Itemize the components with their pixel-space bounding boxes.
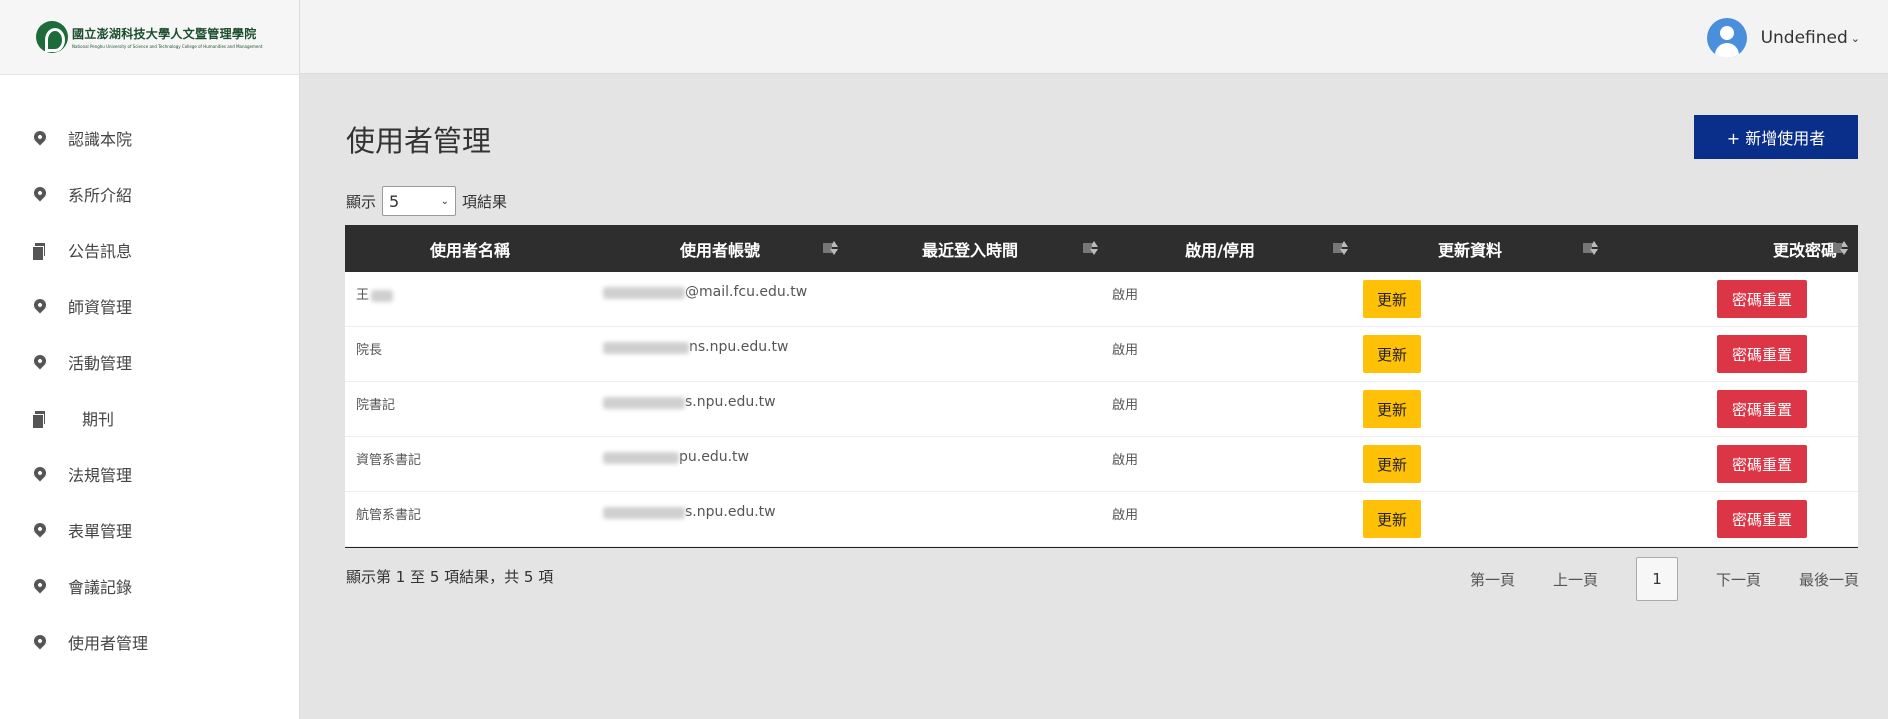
sidebar-item-announcements[interactable]: 公告訊息 — [32, 235, 132, 265]
first-page-link[interactable]: 第一頁 — [1470, 569, 1515, 590]
brand-text: 國立澎湖科技大學人文暨管理學院 National Penghu Universi… — [72, 25, 262, 49]
previous-page-link[interactable]: 上一頁 — [1553, 569, 1598, 590]
sidebar-item-label: 活動管理 — [68, 354, 133, 373]
map-pin-icon — [31, 464, 49, 483]
password-reset-button[interactable]: 密碼重置 — [1717, 390, 1807, 428]
user-name-cell: 王 — [356, 272, 394, 327]
user-account-cell: s.npu.edu.tw — [603, 492, 776, 547]
top-bar: 國立澎湖科技大學人文暨管理學院 National Penghu Universi… — [0, 0, 1888, 74]
sidebar-item-activities[interactable]: 活動管理 — [31, 347, 133, 377]
length-suffix: 項結果 — [462, 192, 508, 211]
map-pin-icon — [31, 184, 49, 203]
status-cell: 啟用 — [1112, 343, 1139, 358]
copy-icon — [32, 409, 48, 429]
password-reset-button[interactable]: 密碼重置 — [1717, 280, 1807, 318]
password-reset-button[interactable]: 密碼重置 — [1717, 445, 1807, 483]
user-name[interactable]: Undefined — [1761, 28, 1848, 48]
table-row: 院書記 s.npu.edu.tw 啟用 更新 密碼重置 — [345, 382, 1858, 437]
school-logo-icon — [36, 21, 68, 53]
sidebar-item-label: 師資管理 — [68, 298, 133, 317]
status-cell: 啟用 — [1112, 398, 1139, 413]
page-length-control: 顯示 5 ⌄ 項結果 — [346, 186, 507, 216]
map-pin-icon — [31, 576, 49, 595]
table-header: 使用者名稱 使用者帳號 最近登入時間 啟用/停用 更新資料 更改密碼 — [345, 225, 1858, 272]
sidebar-item-users[interactable]: 使用者管理 — [31, 627, 149, 657]
update-button[interactable]: 更新 — [1363, 280, 1421, 318]
sidebar-item-faculty[interactable]: 師資管理 — [31, 291, 133, 321]
next-page-link[interactable]: 下一頁 — [1716, 569, 1761, 590]
table-body: 王 @mail.fcu.edu.tw 啟用 更新 密碼重置 院長 ns.npu.… — [345, 272, 1858, 547]
sidebar-item-label: 表單管理 — [68, 522, 133, 541]
sidebar-item-label: 法規管理 — [68, 466, 133, 485]
user-account-cell: pu.edu.tw — [603, 437, 749, 492]
table-row: 院長 ns.npu.edu.tw 啟用 更新 密碼重置 — [345, 327, 1858, 382]
sidebar-item-regulations[interactable]: 法規管理 — [31, 459, 133, 489]
pagination: 第一頁 上一頁 1 下一頁 最後一頁 — [1470, 557, 1859, 601]
chevron-down-icon: ⌄ — [440, 195, 450, 207]
sidebar-item-label: 使用者管理 — [68, 634, 149, 653]
brand-subtitle: National Penghu University of Science an… — [72, 44, 263, 49]
password-reset-button[interactable]: 密碼重置 — [1717, 500, 1807, 538]
last-page-link[interactable]: 最後一頁 — [1799, 569, 1859, 590]
map-pin-icon — [31, 352, 49, 371]
sidebar-item-label: 公告訊息 — [68, 242, 133, 261]
column-header-password[interactable]: 更改密碼 — [1595, 225, 1845, 272]
map-pin-icon — [31, 296, 49, 315]
page-title: 使用者管理 — [346, 124, 492, 158]
current-page-button[interactable]: 1 — [1636, 557, 1679, 601]
table-info: 顯示第 1 至 5 項結果，共 5 項 — [346, 568, 554, 586]
chevron-down-icon[interactable]: ⌄ — [1851, 32, 1860, 45]
page-length-value: 5 — [389, 191, 400, 211]
add-user-button[interactable]: + 新增使用者 — [1694, 115, 1858, 159]
copy-icon — [32, 241, 48, 261]
brand-title: 國立澎湖科技大學人文暨管理學院 — [72, 27, 257, 41]
sidebar-item-label: 期刊 — [82, 410, 115, 429]
map-pin-icon — [31, 128, 49, 147]
map-pin-icon — [31, 632, 49, 651]
status-cell: 啟用 — [1112, 288, 1139, 303]
sidebar-item-journals[interactable]: 期刊 — [32, 403, 114, 433]
sidebar-item-forms[interactable]: 表單管理 — [31, 515, 133, 545]
avatar-icon[interactable] — [1706, 18, 1747, 58]
user-account-cell: s.npu.edu.tw — [603, 382, 776, 437]
page-length-select[interactable]: 5 ⌄ — [382, 186, 457, 216]
column-header-last-login[interactable]: 最近登入時間 — [845, 225, 1095, 272]
sidebar-item-about[interactable]: 認識本院 — [31, 123, 133, 153]
length-prefix: 顯示 — [346, 192, 377, 211]
table-row: 資管系書記 pu.edu.tw 啟用 更新 密碼重置 — [345, 437, 1858, 492]
users-table: 使用者名稱 使用者帳號 最近登入時間 啟用/停用 更新資料 更改密碼 王 @ma… — [345, 225, 1858, 548]
column-header-update[interactable]: 更新資料 — [1345, 225, 1595, 272]
password-reset-button[interactable]: 密碼重置 — [1717, 335, 1807, 373]
update-button[interactable]: 更新 — [1363, 500, 1421, 538]
user-account-cell: @mail.fcu.edu.tw — [603, 272, 807, 327]
sidebar-item-label: 認識本院 — [68, 130, 133, 149]
column-header-account[interactable]: 使用者帳號 — [595, 225, 845, 272]
update-button[interactable]: 更新 — [1363, 335, 1421, 373]
table-row: 航管系書記 s.npu.edu.tw 啟用 更新 密碼重置 — [345, 492, 1858, 547]
sidebar-item-departments[interactable]: 系所介紹 — [31, 179, 133, 209]
sidebar: 認識本院 系所介紹 公告訊息 師資管理 活動管理 期刊 法規管理 表單管理 會議… — [0, 75, 300, 719]
sort-icon[interactable] — [823, 241, 841, 257]
sidebar-item-meetings[interactable]: 會議記錄 — [31, 571, 133, 601]
user-account-cell: ns.npu.edu.tw — [603, 327, 788, 382]
user-name-cell: 院長 — [356, 343, 383, 358]
status-cell: 啟用 — [1112, 453, 1139, 468]
sort-icon[interactable] — [1833, 241, 1851, 257]
user-name-cell: 院書記 — [356, 398, 396, 413]
map-pin-icon — [31, 520, 49, 539]
sidebar-item-label: 會議記錄 — [68, 578, 133, 597]
brand-logo[interactable]: 國立澎湖科技大學人文暨管理學院 National Penghu Universi… — [0, 0, 300, 74]
table-row: 王 @mail.fcu.edu.tw 啟用 更新 密碼重置 — [345, 272, 1858, 327]
user-name-cell: 航管系書記 — [356, 508, 422, 523]
update-button[interactable]: 更新 — [1363, 390, 1421, 428]
user-menu[interactable]: Undefined ⌄ — [1706, 18, 1860, 58]
column-header-name[interactable]: 使用者名稱 — [345, 225, 595, 272]
status-cell: 啟用 — [1112, 508, 1139, 523]
sidebar-item-label: 系所介紹 — [68, 186, 133, 205]
update-button[interactable]: 更新 — [1363, 445, 1421, 483]
column-header-status[interactable]: 啟用/停用 — [1095, 225, 1345, 272]
user-name-cell: 資管系書記 — [356, 453, 422, 468]
